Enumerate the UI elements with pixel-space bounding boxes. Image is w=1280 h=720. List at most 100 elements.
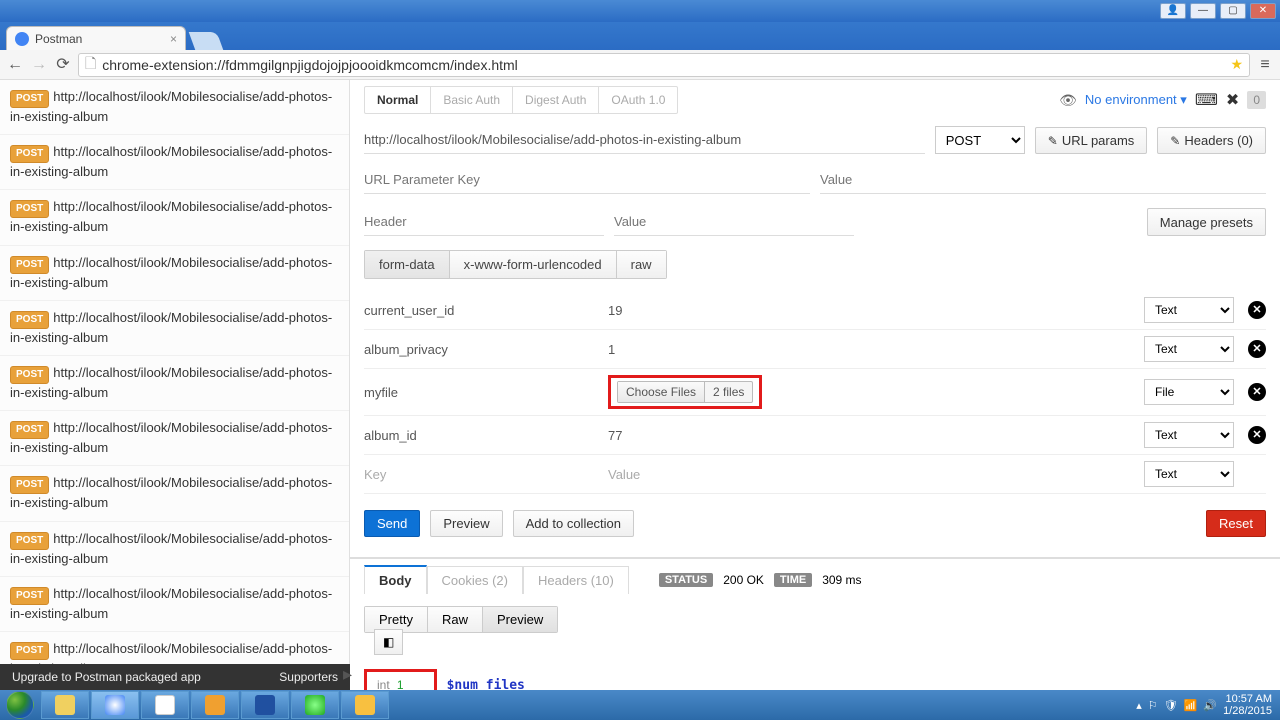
body-tab-form-data[interactable]: form-data	[365, 251, 450, 278]
formdata-value[interactable]: 77	[608, 428, 1130, 443]
reset-button[interactable]: Reset	[1206, 510, 1266, 537]
tab-close-icon[interactable]: ×	[170, 32, 177, 46]
history-item[interactable]: POSThttp://localhost/ilook/Mobilesociali…	[0, 246, 349, 301]
minimize-button[interactable]: —	[1190, 3, 1216, 19]
app-task-3[interactable]	[241, 691, 289, 719]
browser-tab[interactable]: Postman ×	[6, 26, 186, 50]
formdata-key[interactable]: album_privacy	[364, 342, 594, 357]
fullscreen-icon[interactable]: ◧	[374, 629, 403, 655]
new-tab-button[interactable]	[189, 32, 224, 50]
app-task-4[interactable]	[291, 691, 339, 719]
formdata-type-select[interactable]: File	[1144, 379, 1234, 405]
environment-dropdown[interactable]: No environment ▾	[1085, 92, 1187, 108]
history-item[interactable]: POSThttp://localhost/ilook/Mobilesociali…	[0, 632, 349, 664]
history-item[interactable]: POSThttp://localhost/ilook/Mobilesociali…	[0, 466, 349, 521]
history-sidebar[interactable]: POSThttp://localhost/ilook/Mobilesociali…	[0, 80, 350, 664]
formdata-key[interactable]: album_id	[364, 428, 594, 443]
reload-icon[interactable]: ⟳	[54, 56, 72, 74]
view-tab-preview[interactable]: Preview	[483, 607, 557, 632]
postman-favicon-icon	[15, 32, 29, 46]
chrome-task[interactable]	[91, 691, 139, 719]
notifications-badge[interactable]: 0	[1247, 91, 1266, 109]
supporters-link[interactable]: Supporters	[279, 670, 338, 684]
explorer-task[interactable]	[41, 691, 89, 719]
history-item[interactable]: POSThttp://localhost/ilook/Mobilesociali…	[0, 135, 349, 190]
user-icon[interactable]: 👤	[1160, 3, 1186, 19]
window-titlebar: 👤 — ▢ ✕	[0, 0, 1280, 22]
history-item[interactable]: POSThttp://localhost/ilook/Mobilesociali…	[0, 190, 349, 245]
header-key-input[interactable]	[364, 208, 604, 236]
eye-icon[interactable]: 👁	[1059, 92, 1077, 109]
formdata-value-input[interactable]: Value	[608, 467, 1130, 482]
method-select[interactable]: POST	[935, 126, 1025, 154]
response-cookies-tab[interactable]: Cookies (2)	[427, 566, 523, 594]
history-item[interactable]: POSThttp://localhost/ilook/Mobilesociali…	[0, 411, 349, 466]
app-task-2[interactable]	[191, 691, 239, 719]
upgrade-link[interactable]: Upgrade to Postman packaged app	[12, 670, 201, 684]
history-item[interactable]: POSThttp://localhost/ilook/Mobilesociali…	[0, 577, 349, 632]
history-item[interactable]: POSThttp://localhost/ilook/Mobilesociali…	[0, 356, 349, 411]
formdata-value[interactable]: 19	[608, 303, 1130, 318]
close-button[interactable]: ✕	[1250, 3, 1276, 19]
add-collection-button[interactable]: Add to collection	[513, 510, 634, 537]
tray-network-icon[interactable]: 📶	[1184, 699, 1198, 712]
formdata-key[interactable]: myfile	[364, 385, 594, 400]
tray-shield-icon[interactable]: 🛡	[1164, 699, 1178, 712]
tray-sound-icon[interactable]: 🔊	[1203, 699, 1217, 712]
auth-tab-digest-auth[interactable]: Digest Auth	[513, 87, 599, 113]
formdata-row: album_privacy 1 Text ✕	[364, 330, 1266, 369]
response-headers-tab[interactable]: Headers (10)	[523, 566, 629, 594]
method-badge: POST	[10, 256, 49, 274]
headers-button[interactable]: ✎Headers (0)	[1157, 127, 1266, 154]
status-label: STATUS	[659, 573, 713, 587]
delete-row-icon[interactable]: ✕	[1248, 340, 1266, 358]
address-bar[interactable]: 🗋 chrome-extension://fdmmgilgnpjigdojojp…	[78, 53, 1250, 77]
view-tab-raw[interactable]: Raw	[428, 607, 483, 632]
url-params-button[interactable]: ✎URL params	[1035, 127, 1148, 154]
system-tray[interactable]: ▴ ⚐ 🛡 📶 🔊 10:57 AM 1/28/2015	[1128, 693, 1280, 717]
clock-time: 10:57 AM	[1223, 693, 1272, 705]
delete-row-icon[interactable]: ✕	[1248, 426, 1266, 444]
formdata-key-input[interactable]: Key	[364, 467, 594, 482]
url-param-value-input[interactable]	[820, 166, 1266, 194]
formdata-key[interactable]: current_user_id	[364, 303, 594, 318]
formdata-type-select[interactable]: Text	[1144, 297, 1234, 323]
auth-tab-basic-auth[interactable]: Basic Auth	[431, 87, 513, 113]
formdata-type-select[interactable]: Text	[1144, 461, 1234, 487]
chrome-menu-icon[interactable]: ≡	[1256, 56, 1274, 74]
back-icon[interactable]: ←	[6, 56, 24, 74]
forward-icon[interactable]: →	[30, 56, 48, 74]
method-badge: POST	[10, 311, 49, 329]
outlook-task[interactable]	[341, 691, 389, 719]
choose-files-button[interactable]: Choose Files2 files	[617, 381, 753, 403]
request-url-input[interactable]	[364, 126, 925, 154]
history-item[interactable]: POSThttp://localhost/ilook/Mobilesociali…	[0, 80, 349, 135]
maximize-button[interactable]: ▢	[1220, 3, 1246, 19]
auth-tab-oauth-1-0[interactable]: OAuth 1.0	[599, 87, 677, 113]
url-param-key-input[interactable]	[364, 166, 810, 194]
formdata-value[interactable]: 1	[608, 342, 1130, 357]
header-value-input[interactable]	[614, 208, 854, 236]
delete-row-icon[interactable]: ✕	[1248, 301, 1266, 319]
start-button[interactable]	[0, 690, 40, 720]
send-button[interactable]: Send	[364, 510, 420, 537]
formdata-type-select[interactable]: Text	[1144, 336, 1234, 362]
response-variable-name: $num_files	[447, 678, 525, 691]
keyboard-icon[interactable]: ⌨	[1195, 90, 1218, 110]
preview-button[interactable]: Preview	[430, 510, 502, 537]
formdata-row: myfile Choose Files2 files File ✕	[364, 369, 1266, 416]
bookmark-star-icon[interactable]: ★	[1230, 56, 1243, 73]
tray-flag-icon[interactable]: ⚐	[1148, 699, 1158, 712]
settings-icon[interactable]: ✖	[1226, 90, 1239, 110]
manage-presets-button[interactable]: Manage presets	[1147, 208, 1266, 236]
history-item[interactable]: POSThttp://localhost/ilook/Mobilesociali…	[0, 522, 349, 577]
body-tab-x-www-form-urlencoded[interactable]: x-www-form-urlencoded	[450, 251, 617, 278]
tray-up-icon[interactable]: ▴	[1136, 699, 1142, 712]
response-body-tab[interactable]: Body	[364, 565, 427, 594]
auth-tab-normal[interactable]: Normal	[365, 87, 431, 113]
body-tab-raw[interactable]: raw	[617, 251, 666, 278]
app-task-1[interactable]	[141, 691, 189, 719]
delete-row-icon[interactable]: ✕	[1248, 383, 1266, 401]
history-item[interactable]: POSThttp://localhost/ilook/Mobilesociali…	[0, 301, 349, 356]
formdata-type-select[interactable]: Text	[1144, 422, 1234, 448]
